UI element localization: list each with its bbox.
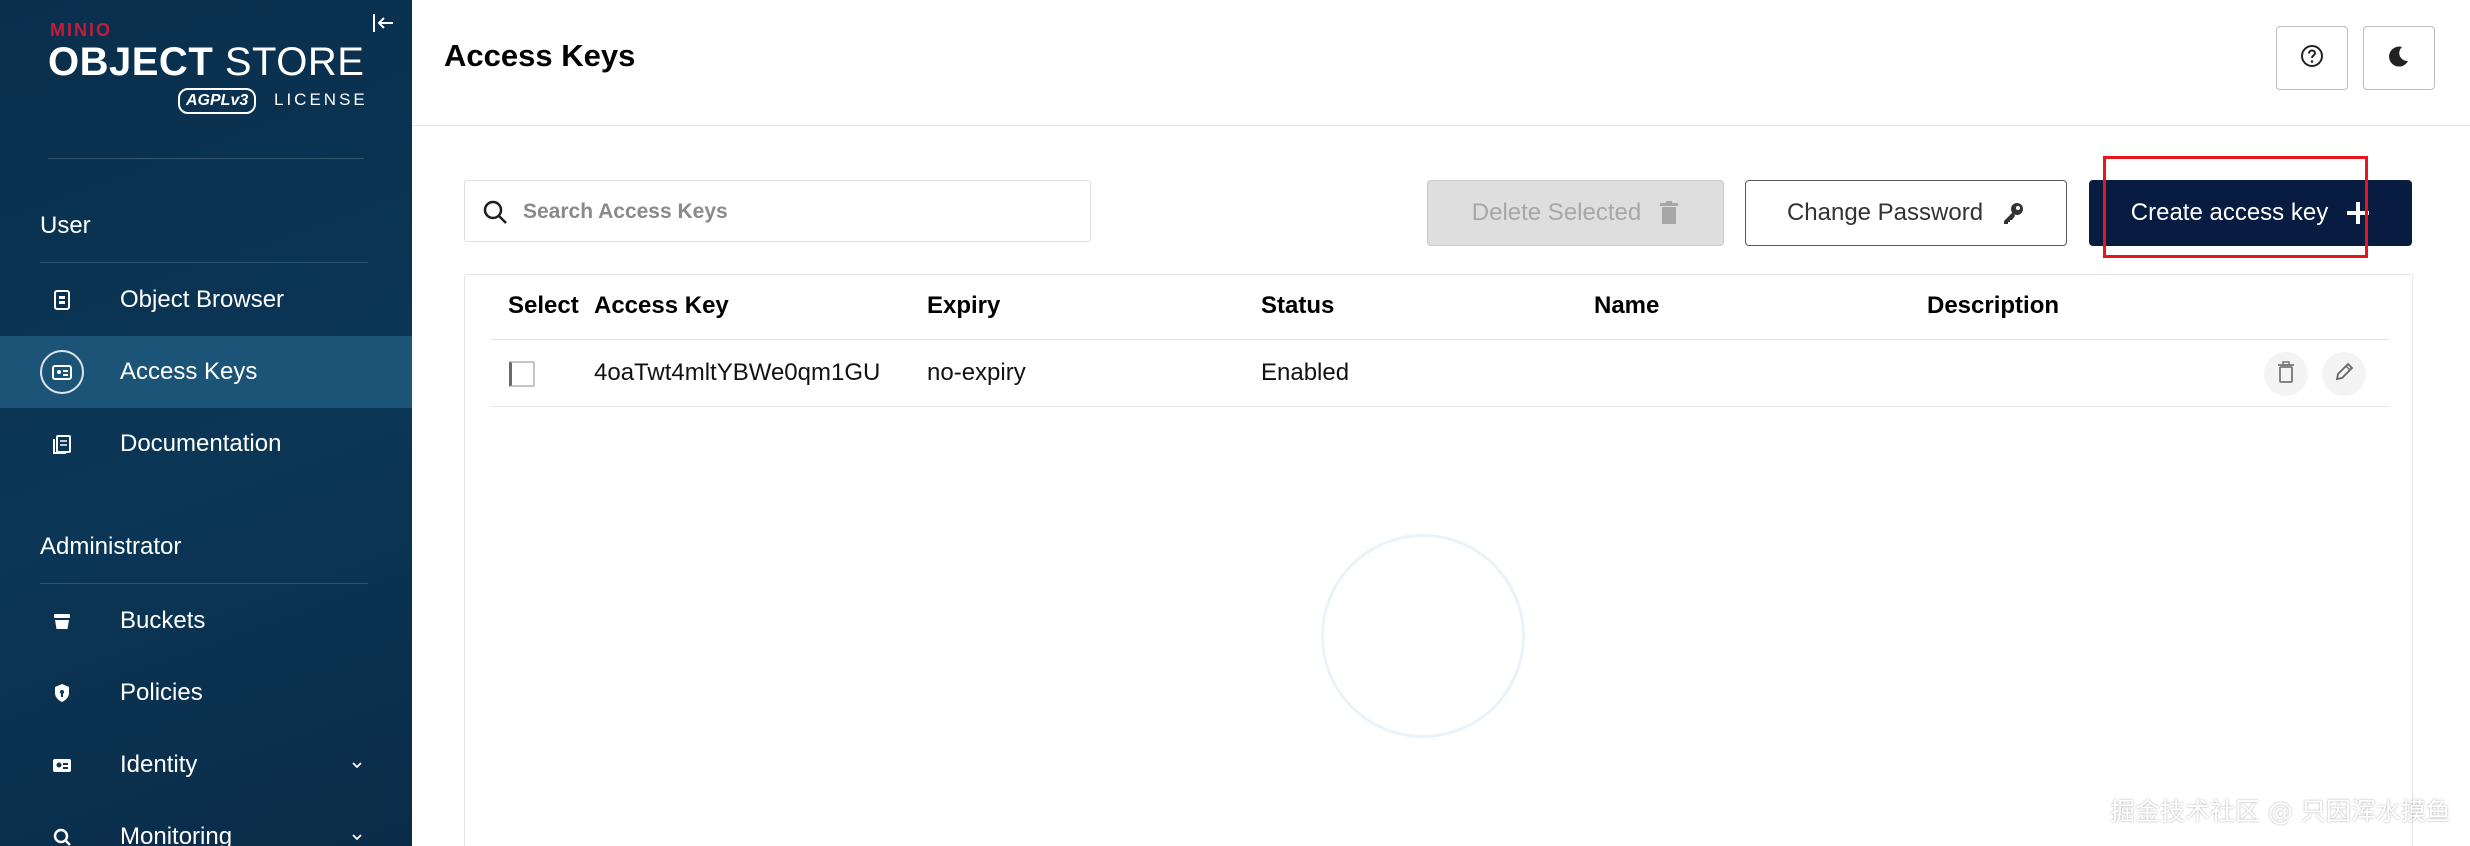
delete-selected-label: Delete Selected bbox=[1471, 199, 1642, 226]
key-icon bbox=[2001, 201, 2025, 225]
chevron-down-icon[interactable] bbox=[346, 754, 368, 776]
search-icon bbox=[481, 198, 509, 226]
change-password-label: Change Password bbox=[1786, 199, 1984, 226]
sidebar-item-label: Monitoring bbox=[120, 823, 233, 846]
table-row-divider bbox=[491, 406, 2389, 407]
sidebar-item-policies[interactable]: Policies bbox=[0, 657, 412, 729]
column-header-expiry[interactable]: Expiry bbox=[927, 292, 1000, 320]
bucket-icon bbox=[40, 599, 84, 643]
identity-icon bbox=[40, 743, 84, 787]
trash-icon bbox=[2277, 360, 2295, 388]
sidebar-item-label: Policies bbox=[120, 679, 203, 706]
sidebar-item-identity[interactable]: Identity bbox=[0, 729, 412, 801]
sidebar-item-documentation[interactable]: Documentation bbox=[0, 408, 412, 480]
license-text: LICENSE bbox=[274, 90, 368, 109]
help-circle-icon bbox=[2299, 43, 2325, 74]
table-cell-status: Enabled bbox=[1261, 359, 1350, 386]
theme-toggle-button[interactable] bbox=[2363, 26, 2435, 90]
create-access-key-label: Create access key bbox=[2130, 199, 2329, 226]
watermark-text: 掘金技术社区 @ 只因浑水摸鱼 bbox=[2110, 797, 2451, 826]
column-header-select[interactable]: Select bbox=[508, 292, 579, 320]
section-divider bbox=[40, 583, 368, 584]
search-input[interactable] bbox=[523, 193, 1073, 231]
create-access-key-button[interactable]: Create access key bbox=[2089, 180, 2412, 246]
sidebar-item-label: Identity bbox=[120, 751, 198, 778]
logo-divider bbox=[48, 158, 364, 159]
sidebar: MINIO OBJECT STORE AGPLv3 LICENSE User O… bbox=[0, 0, 412, 846]
section-title-administrator: Administrator bbox=[40, 533, 182, 560]
delete-selected-button[interactable]: Delete Selected bbox=[1427, 180, 1724, 246]
table-cell-access-key[interactable]: 4oaTwt4mltYBWe0qm1GU bbox=[594, 359, 880, 387]
column-header-name[interactable]: Name bbox=[1594, 292, 1659, 320]
sidebar-item-label: Documentation bbox=[120, 430, 282, 457]
row-select-checkbox[interactable] bbox=[509, 361, 535, 387]
access-keys-icon bbox=[40, 350, 84, 394]
policy-shield-icon bbox=[40, 671, 84, 715]
section-title-user: User bbox=[40, 212, 91, 239]
section-divider bbox=[40, 262, 368, 263]
monitoring-icon bbox=[40, 815, 84, 846]
documentation-icon bbox=[40, 422, 84, 466]
collapse-sidebar-icon[interactable] bbox=[370, 10, 396, 36]
logo-product-name: OBJECT STORE bbox=[48, 40, 365, 84]
help-button[interactable] bbox=[2276, 26, 2348, 90]
edit-row-button[interactable] bbox=[2322, 352, 2366, 396]
change-password-button[interactable]: Change Password bbox=[1745, 180, 2067, 246]
sidebar-item-label: Buckets bbox=[120, 607, 206, 634]
trash-icon bbox=[1659, 201, 1679, 225]
column-header-access-key[interactable]: Access Key bbox=[594, 292, 729, 320]
chevron-down-icon[interactable] bbox=[346, 826, 368, 846]
minio-logo: MINIO OBJECT STORE AGPLv3 LICENSE bbox=[48, 20, 368, 120]
sidebar-item-access-keys[interactable]: Access Keys bbox=[0, 336, 412, 408]
table-cell-expiry: no-expiry bbox=[927, 359, 1026, 386]
column-header-description[interactable]: Description bbox=[1927, 292, 2059, 320]
page-header: Access Keys bbox=[412, 0, 2470, 126]
sidebar-item-label: Access Keys bbox=[120, 358, 258, 385]
search-box bbox=[464, 180, 1091, 242]
sidebar-item-monitoring[interactable]: Monitoring bbox=[0, 801, 412, 846]
column-header-status[interactable]: Status bbox=[1261, 292, 1334, 320]
table-header-divider bbox=[491, 339, 2389, 340]
plus-icon bbox=[2346, 201, 2370, 225]
agpl-badge: AGPLv3 bbox=[178, 88, 257, 114]
page-title: Access Keys bbox=[444, 38, 636, 73]
delete-row-button[interactable] bbox=[2264, 352, 2308, 396]
logo-minio-text: MINIO bbox=[50, 20, 112, 40]
loading-spinner bbox=[1321, 534, 1525, 738]
pencil-icon bbox=[2333, 361, 2355, 388]
sidebar-item-label: Object Browser bbox=[120, 286, 285, 313]
sidebar-item-object-browser[interactable]: Object Browser bbox=[0, 264, 412, 336]
sidebar-item-buckets[interactable]: Buckets bbox=[0, 585, 412, 657]
object-browser-icon bbox=[40, 278, 84, 322]
moon-icon bbox=[2386, 43, 2412, 74]
